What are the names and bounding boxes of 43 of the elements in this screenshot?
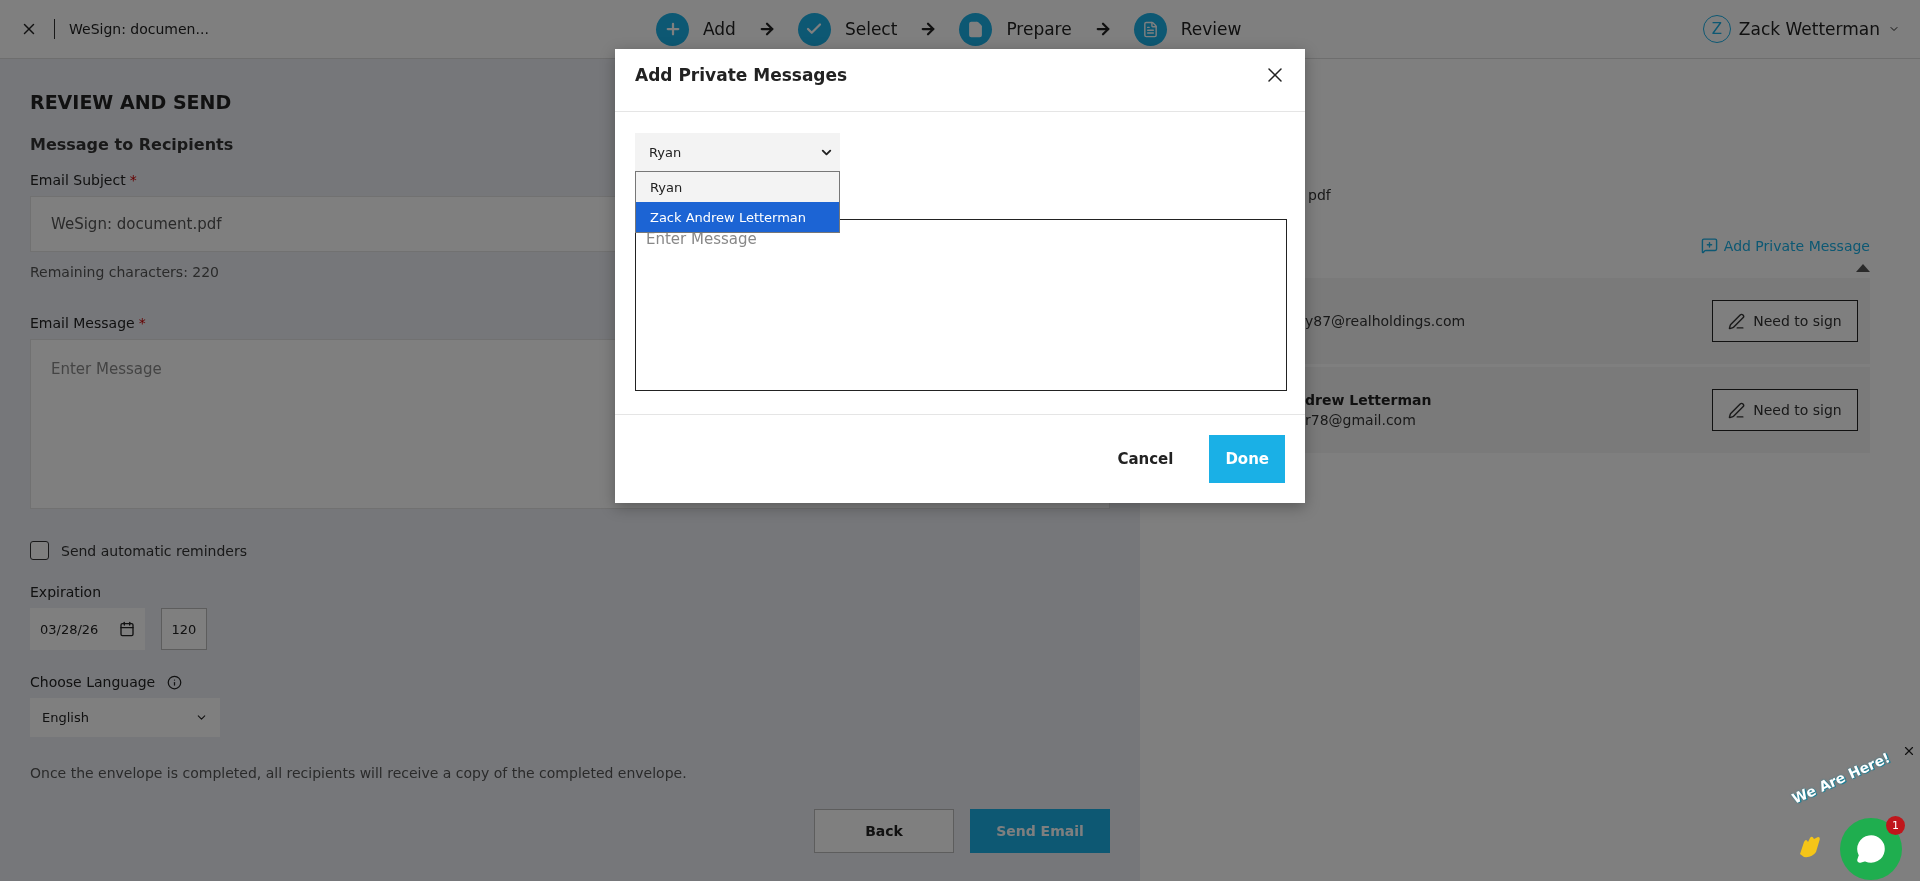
file-name: pdf	[1308, 187, 1332, 203]
step-tab[interactable]: Add	[656, 12, 736, 46]
speech-bubble-icon	[1856, 834, 1886, 864]
back-button[interactable]: Back	[814, 809, 954, 853]
info-icon	[167, 674, 183, 690]
field-label: Email Subject	[30, 172, 126, 188]
field-label: Choose Language	[30, 674, 156, 690]
collapse-icon[interactable]	[1856, 264, 1870, 272]
dialog-title: Add Private Messages	[635, 65, 848, 85]
language-select[interactable]: English	[30, 698, 220, 737]
review-step-icon	[1133, 12, 1167, 46]
message-plus-icon	[1700, 237, 1718, 254]
reminders-checkbox[interactable]	[30, 541, 49, 560]
step-tab[interactable]: Review	[1133, 12, 1242, 46]
required-mark: *	[129, 172, 137, 188]
field-label: Email Message	[30, 315, 135, 331]
checkbox-label: Send automatic reminders	[61, 542, 247, 559]
dropdown-option[interactable]: Zack Andrew Letterman	[636, 202, 839, 232]
pen-icon	[1728, 312, 1746, 330]
recipient-email: y87@realholdings.com	[1305, 313, 1466, 329]
add-step-icon	[656, 12, 689, 46]
step-tab[interactable]: Prepare	[959, 12, 1072, 46]
date-field[interactable]: 03/28/26	[30, 608, 145, 650]
document-title: WeSign: documen...	[69, 21, 210, 37]
pen-icon	[1728, 401, 1746, 419]
select-step-icon	[797, 12, 831, 46]
calendar-icon	[119, 621, 135, 637]
note-text: Once the envelope is completed, all recipients will receive a copy of the completed envelope.	[30, 765, 687, 781]
prepare-step-icon	[959, 12, 993, 46]
user-menu[interactable]: Z Zack Wetterman	[1702, 15, 1900, 43]
recipient-email: r78@gmail.com	[1305, 412, 1417, 428]
step-tab[interactable]: Select	[797, 12, 898, 46]
page-title: REVIEW AND SEND	[30, 91, 232, 113]
need-to-sign-button[interactable]: Need to sign	[1712, 300, 1858, 342]
done-button[interactable]: Done	[1209, 435, 1285, 483]
required-mark: *	[138, 315, 146, 331]
remaining-characters: Remaining characters: 220	[30, 264, 219, 280]
recipient-name: drew Letterman	[1305, 392, 1432, 408]
section-title: Message to Recipients	[30, 135, 234, 154]
recipient-select[interactable]: Ryan	[635, 133, 840, 171]
field-label: Expiration	[30, 584, 102, 600]
days-field[interactable]: 120	[161, 608, 207, 650]
need-to-sign-button[interactable]: Need to sign	[1712, 389, 1858, 431]
